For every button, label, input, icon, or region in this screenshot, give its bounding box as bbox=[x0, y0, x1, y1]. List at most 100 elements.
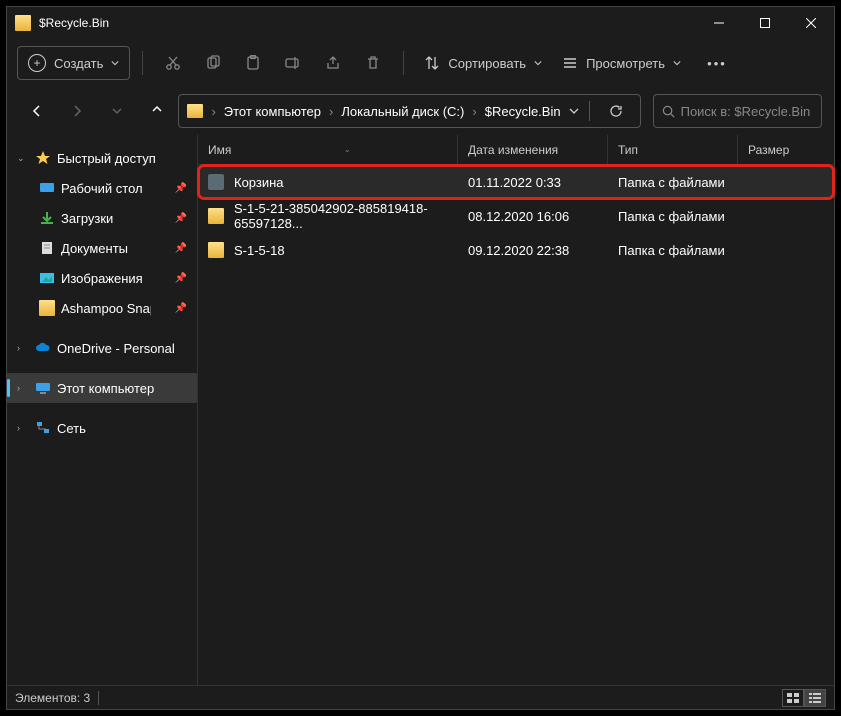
create-button[interactable]: + Создать bbox=[17, 46, 130, 80]
chevron-down-icon bbox=[673, 59, 681, 67]
share-button[interactable] bbox=[315, 46, 351, 80]
file-row[interactable]: S-1-5-21-385042902-885819418-65597128...… bbox=[198, 199, 834, 233]
chevron-right-icon: › bbox=[325, 104, 337, 119]
command-bar: + Создать Сортировать Просмотреть ••• bbox=[7, 39, 834, 87]
body: ⌄ Быстрый доступ Рабочий стол📌 Загрузки📌… bbox=[7, 135, 834, 685]
more-button[interactable]: ••• bbox=[699, 46, 735, 80]
recent-button[interactable] bbox=[99, 95, 135, 127]
column-size[interactable]: Размер bbox=[738, 135, 834, 164]
rename-button[interactable] bbox=[275, 46, 311, 80]
separator bbox=[98, 691, 99, 705]
document-icon bbox=[39, 240, 55, 256]
close-button[interactable] bbox=[788, 7, 834, 39]
view-details-button[interactable] bbox=[804, 689, 826, 707]
pin-icon: 📌 bbox=[175, 213, 187, 224]
sidebar-item-network[interactable]: › Сеть bbox=[7, 413, 197, 443]
folder-icon bbox=[208, 208, 224, 224]
up-button[interactable] bbox=[139, 95, 175, 127]
sidebar-item-downloads[interactable]: Загрузки📌 bbox=[7, 203, 197, 233]
navigation-row: › Этот компьютер › Локальный диск (C:) ›… bbox=[7, 87, 834, 135]
sidebar-item-pictures[interactable]: Изображения📌 bbox=[7, 263, 197, 293]
navigation-pane: ⌄ Быстрый доступ Рабочий стол📌 Загрузки📌… bbox=[7, 135, 197, 685]
star-icon bbox=[35, 150, 51, 166]
chevron-right-icon: › bbox=[207, 104, 219, 119]
file-row[interactable]: S-1-5-18 09.12.2020 22:38 Папка с файлам… bbox=[198, 233, 834, 267]
window-title: $Recycle.Bin bbox=[39, 16, 109, 30]
delete-button[interactable] bbox=[355, 46, 391, 80]
view-thumbnails-button[interactable] bbox=[782, 689, 804, 707]
sidebar-item-documents[interactable]: Документы📌 bbox=[7, 233, 197, 263]
sort-button[interactable]: Сортировать bbox=[416, 46, 550, 80]
view-button[interactable]: Просмотреть bbox=[554, 46, 689, 80]
sidebar-item-ashampoo[interactable]: Ashampoo Snap 11📌 bbox=[7, 293, 197, 323]
copy-button[interactable] bbox=[195, 46, 231, 80]
cut-button[interactable] bbox=[155, 46, 191, 80]
breadcrumb-drive-c[interactable]: Локальный диск (C:) bbox=[341, 104, 464, 119]
desktop-icon bbox=[39, 180, 55, 196]
title-bar[interactable]: $Recycle.Bin bbox=[7, 7, 834, 39]
file-list: Имя⌄ Дата изменения Тип Размер Корзина 0… bbox=[197, 135, 834, 685]
column-name[interactable]: Имя⌄ bbox=[198, 135, 458, 164]
chevron-right-icon: › bbox=[17, 343, 29, 353]
download-icon bbox=[39, 210, 55, 226]
window-folder-icon bbox=[15, 15, 31, 31]
picture-icon bbox=[39, 270, 55, 286]
folder-icon bbox=[208, 242, 224, 258]
forward-button[interactable] bbox=[59, 95, 95, 127]
monitor-icon bbox=[35, 380, 51, 396]
network-icon bbox=[35, 420, 51, 436]
chevron-down-icon bbox=[111, 59, 119, 67]
sidebar-item-onedrive[interactable]: › OneDrive - Personal bbox=[7, 333, 197, 363]
pin-icon: 📌 bbox=[175, 183, 187, 194]
sort-icon bbox=[424, 55, 440, 71]
search-placeholder: Поиск в: $Recycle.Bin bbox=[681, 104, 811, 119]
breadcrumb-recyclebin[interactable]: $Recycle.Bin bbox=[485, 104, 561, 119]
status-item-count: Элементов: 3 bbox=[15, 691, 90, 705]
explorer-window: $Recycle.Bin + Создать Сортировать Просм… bbox=[6, 6, 835, 710]
sidebar-item-quick-access[interactable]: ⌄ Быстрый доступ bbox=[7, 143, 197, 173]
chevron-right-icon: › bbox=[17, 423, 29, 433]
paste-button[interactable] bbox=[235, 46, 271, 80]
chevron-down-icon: ⌄ bbox=[17, 153, 29, 164]
search-input[interactable]: Поиск в: $Recycle.Bin bbox=[653, 94, 822, 128]
scissors-icon bbox=[165, 55, 181, 71]
copy-icon bbox=[205, 55, 221, 71]
view-label: Просмотреть bbox=[586, 56, 665, 71]
pin-icon: 📌 bbox=[175, 243, 187, 254]
maximize-button[interactable] bbox=[742, 7, 788, 39]
refresh-button[interactable] bbox=[600, 104, 632, 118]
separator bbox=[142, 51, 143, 75]
folder-icon bbox=[39, 300, 55, 316]
status-bar: Элементов: 3 bbox=[7, 685, 834, 709]
file-row[interactable]: Корзина 01.11.2022 0:33 Папка с файлами bbox=[198, 165, 834, 199]
list-icon bbox=[562, 55, 578, 71]
chevron-right-icon: › bbox=[468, 104, 480, 119]
share-icon bbox=[325, 55, 341, 71]
trash-icon bbox=[365, 55, 381, 71]
file-rows: Корзина 01.11.2022 0:33 Папка с файлами … bbox=[198, 165, 834, 685]
back-button[interactable] bbox=[19, 95, 55, 127]
address-dropdown[interactable] bbox=[569, 104, 579, 119]
column-headers: Имя⌄ Дата изменения Тип Размер bbox=[198, 135, 834, 165]
pin-icon: 📌 bbox=[175, 273, 187, 284]
address-bar[interactable]: › Этот компьютер › Локальный диск (C:) ›… bbox=[178, 94, 640, 128]
sidebar-item-desktop[interactable]: Рабочий стол📌 bbox=[7, 173, 197, 203]
separator bbox=[403, 51, 404, 75]
column-date[interactable]: Дата изменения bbox=[458, 135, 608, 164]
rename-icon bbox=[285, 55, 301, 71]
sidebar-item-thispc[interactable]: › Этот компьютер bbox=[7, 373, 197, 403]
sort-indicator-icon: ⌄ bbox=[344, 145, 351, 154]
chevron-right-icon: › bbox=[17, 383, 29, 393]
pin-icon: 📌 bbox=[175, 303, 187, 314]
folder-icon bbox=[187, 104, 203, 118]
column-type[interactable]: Тип bbox=[608, 135, 738, 164]
cloud-icon bbox=[35, 340, 51, 356]
chevron-down-icon bbox=[534, 59, 542, 67]
search-icon bbox=[662, 105, 675, 118]
recycle-bin-icon bbox=[208, 174, 224, 190]
plus-icon: + bbox=[28, 54, 46, 72]
create-label: Создать bbox=[54, 56, 103, 71]
minimize-button[interactable] bbox=[696, 7, 742, 39]
sort-label: Сортировать bbox=[448, 56, 526, 71]
breadcrumb-thispc[interactable]: Этот компьютер bbox=[224, 104, 321, 119]
